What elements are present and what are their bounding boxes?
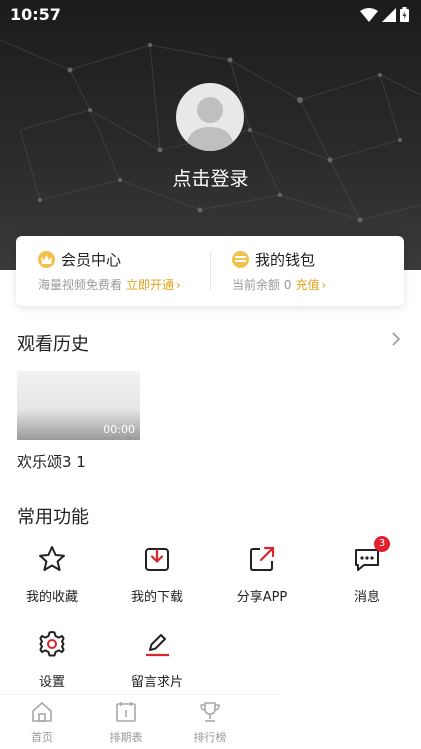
downloads-label: 我的下载 [130,590,183,605]
share-app-label: 分享APP [236,590,288,605]
trophy-icon [200,702,220,722]
member-subtitle: 海量视频免费看 [38,278,123,292]
avatar[interactable] [176,83,244,151]
functions-title: 常用功能 [17,507,89,528]
history-title: 观看历史 [17,334,89,355]
tab-ranking-label: 排行榜 [193,731,227,744]
share-icon [247,544,277,574]
calendar-icon [116,702,136,722]
favorites-label: 我的收藏 [25,590,78,605]
vip-wallet-card: 会员中心 海量视频免费看 立即开通 › 我的钱包 当前余额 0 充值 › [16,236,404,306]
messages-item[interactable]: 3 消息 [332,536,402,605]
bottom-tab-bar: 首页 排期表 排行榜 [0,694,280,749]
battery-icon [400,7,409,22]
crown-icon [38,251,55,268]
chevron-right-icon: › [321,278,327,292]
messages-label: 消息 [353,590,380,605]
wallet-balance: 当前余额 0 [232,278,292,292]
settings-item[interactable]: 设置 [17,629,87,690]
signal-icon [382,7,396,22]
user-placeholder-icon [186,97,234,151]
member-center-title: 会员中心 [61,251,122,269]
login-button[interactable]: 点击登录 [0,164,421,191]
settings-label: 设置 [38,675,65,690]
tab-ranking[interactable]: 排行榜 [180,701,240,745]
recharge-link[interactable]: 充值 [295,278,319,292]
tab-schedule-label: 排期表 [109,731,143,744]
my-wallet[interactable]: 我的钱包 当前余额 0 充值 › [210,236,404,306]
star-icon [37,544,67,574]
history-video-thumbnail[interactable]: 00:00 [17,371,140,440]
gear-icon [37,629,67,659]
tab-home[interactable]: 首页 [12,701,72,745]
home-icon [32,702,52,722]
video-duration: 00:00 [103,423,135,436]
downloads-item[interactable]: 我的下载 [122,544,192,605]
feedback-pen-icon [142,629,172,659]
tab-home-label: 首页 [31,731,53,744]
wifi-icon [360,7,378,22]
history-more-chevron-icon[interactable] [391,331,401,347]
status-time: 10:57 [10,5,61,24]
message-badge: 3 [374,536,390,552]
download-icon [142,544,172,574]
status-icons [360,7,409,22]
feedback-request-item[interactable]: 留言求片 [122,629,192,690]
member-center[interactable]: 会员中心 海量视频免费看 立即开通 › [16,236,210,306]
history-video-title[interactable]: 欢乐颂3 1 [17,451,86,472]
chevron-right-icon: › [176,278,181,292]
feedback-request-label: 留言求片 [130,675,183,690]
share-app-item[interactable]: 分享APP [227,544,297,605]
message-icon: 3 [352,536,390,574]
tab-schedule[interactable]: 排期表 [96,701,156,745]
member-activate-link[interactable]: 立即开通 [126,278,174,292]
status-bar: 10:57 [0,0,421,30]
wallet-coin-icon [232,251,249,268]
favorites-item[interactable]: 我的收藏 [17,544,87,605]
wallet-title: 我的钱包 [255,251,316,269]
